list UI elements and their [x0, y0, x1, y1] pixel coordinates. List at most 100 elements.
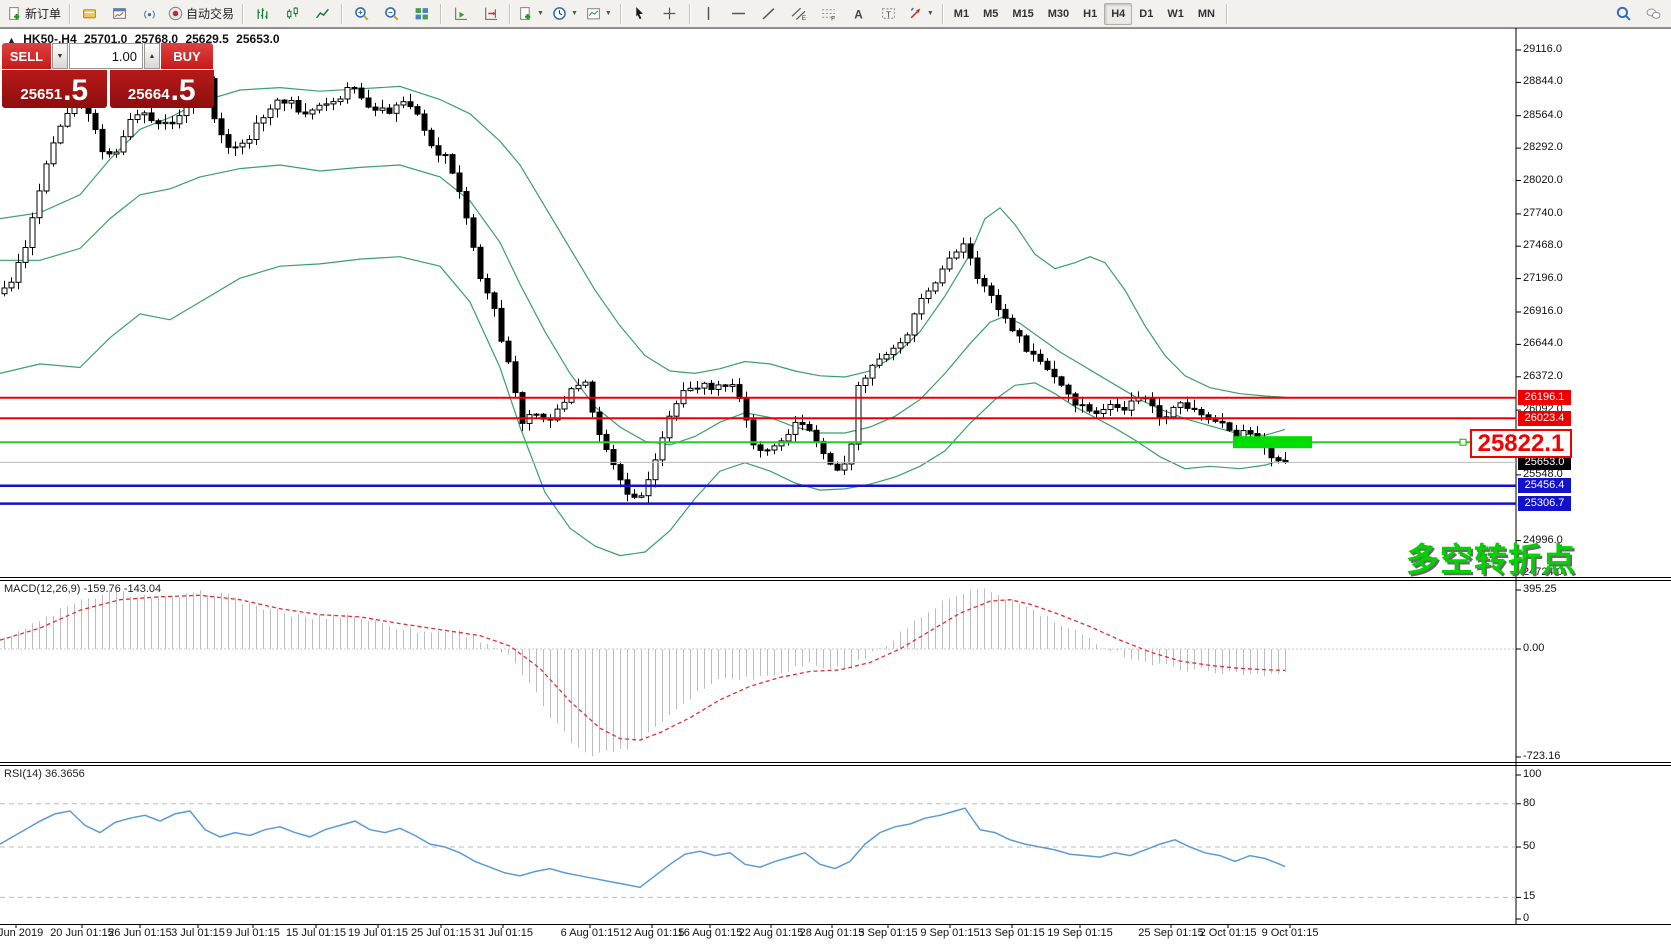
search-icon: [1616, 6, 1631, 21]
clock-icon: [552, 6, 567, 21]
buy-price-main: 25664: [128, 85, 170, 105]
volume-decrease-button[interactable]: ▼: [52, 43, 68, 69]
signals-icon-button[interactable]: [134, 2, 164, 26]
buy-button[interactable]: BUY: [161, 43, 213, 69]
price-tick-label: 28292.0: [1523, 141, 1563, 153]
zoom-in-button[interactable]: [346, 2, 376, 26]
toolbar-separator: [69, 4, 70, 24]
autotrading-button[interactable]: 自动交易: [164, 2, 238, 26]
macd-name: MACD(12,26,9): [4, 583, 80, 595]
time-axis-label: 12 Aug 01:15: [620, 927, 685, 939]
chart-window: ▲ HK50-,H4 25701.0 25768.0 25629.5 25653…: [0, 28, 1671, 948]
linechart-icon: [315, 6, 330, 21]
crosshair-button[interactable]: [655, 2, 685, 26]
vertical-line-button[interactable]: [694, 2, 724, 26]
tile-windows-button[interactable]: [406, 2, 436, 26]
chart-canvas: [0, 28, 1671, 948]
toolbar-separator: [341, 4, 342, 24]
chart-annotation-text[interactable]: 多空转折点: [1406, 533, 1576, 581]
timeframe-button-h1[interactable]: H1: [1076, 3, 1104, 25]
trendline-button[interactable]: [754, 2, 784, 26]
sell-price-main: 25651: [20, 85, 62, 105]
rsi-tick-label: 80: [1523, 797, 1535, 809]
sell-price-button[interactable]: 25651 .5: [2, 70, 107, 108]
templates-button[interactable]: ▼: [582, 2, 616, 26]
text-button[interactable]: A: [844, 2, 874, 26]
rsi-line: [0, 808, 1285, 887]
marketwatch-icon-button[interactable]: [74, 2, 104, 26]
axis-price-badge: 26196.1: [1518, 390, 1571, 405]
new-order-button-label: 新订单: [25, 5, 61, 22]
price-callout-box[interactable]: 25822.1: [1470, 429, 1572, 458]
fibonacci-button[interactable]: F: [814, 2, 844, 26]
chart-shift-button[interactable]: [475, 2, 505, 26]
horizontal-line-button[interactable]: [724, 2, 754, 26]
price-axis-ticks: [1516, 50, 1521, 573]
timeframe-button-mn[interactable]: MN: [1191, 3, 1222, 25]
arrows-icon: [908, 6, 923, 21]
cursor-button[interactable]: [625, 2, 655, 26]
auto-scroll-button[interactable]: [445, 2, 475, 26]
community-button[interactable]: [1638, 2, 1668, 26]
highlight-bar[interactable]: [1233, 436, 1312, 448]
axis-price-badge: 26023.4: [1518, 411, 1571, 426]
macd-values: -159.76 -143.04: [83, 583, 161, 595]
time-axis-label: 16 Aug 01:15: [678, 927, 743, 939]
timeframe-button-w1[interactable]: W1: [1160, 3, 1191, 25]
cursor-icon: [632, 6, 647, 21]
ohlc-close: 25653.0: [236, 32, 279, 46]
line-chart-button[interactable]: [307, 2, 337, 26]
timeframe-button-m30[interactable]: M30: [1041, 3, 1076, 25]
time-axis-label: 3 Jul 01:15: [171, 927, 225, 939]
textA-icon: A: [851, 6, 866, 21]
equidistant-channel-button[interactable]: E: [784, 2, 814, 26]
sell-button[interactable]: SELL: [2, 43, 51, 69]
svg-text:E: E: [802, 15, 806, 21]
volume-input[interactable]: 1.00: [69, 43, 143, 69]
search-button[interactable]: [1608, 2, 1638, 26]
volume-increase-button[interactable]: ▲: [144, 43, 160, 69]
indicators-button[interactable]: ▼: [514, 2, 548, 26]
candlestick-chart-button[interactable]: [277, 2, 307, 26]
zoomin-icon: [354, 6, 369, 21]
chevron-down-icon[interactable]: ▼: [605, 10, 612, 17]
crosshair-icon: [662, 6, 677, 21]
main-toolbar: 新订单 自动交易 ▼ ▼ ▼ E FAT ▼ M1M5M15M30H1H4D1W1MN: [0, 0, 1671, 28]
chevron-down-icon[interactable]: ▼: [537, 10, 544, 17]
toolbar-separator: [942, 4, 943, 24]
time-axis-label: 22 Aug 01:15: [739, 927, 804, 939]
text-label-button[interactable]: T: [874, 2, 904, 26]
price-tick-label: 27196.0: [1523, 272, 1563, 284]
timeframe-button-h4[interactable]: H4: [1104, 3, 1132, 25]
timeframe-button-m1[interactable]: M1: [947, 3, 976, 25]
data-window-icon-button[interactable]: [104, 2, 134, 26]
chevron-down-icon[interactable]: ▼: [927, 10, 934, 17]
timeframe-button-m15[interactable]: M15: [1005, 3, 1040, 25]
arrows-button[interactable]: ▼: [904, 2, 938, 26]
time-axis-label: 31 Jul 01:15: [473, 927, 533, 939]
zoom-out-button[interactable]: [376, 2, 406, 26]
book-icon: [82, 6, 97, 21]
toolbar-separator: [509, 4, 510, 24]
buy-price-fraction: .5: [171, 77, 196, 105]
time-axis-label: 3 Sep 01:15: [858, 927, 917, 939]
axis-price-badge: 25456.4: [1518, 478, 1571, 493]
template-icon: [586, 6, 601, 21]
time-axis-label: 28 Aug 01:15: [800, 927, 865, 939]
time-axis-label: 2 Oct 01:15: [1200, 927, 1257, 939]
timeframe-button-m5[interactable]: M5: [976, 3, 1005, 25]
timeframe-button-d1[interactable]: D1: [1132, 3, 1160, 25]
periods-button[interactable]: ▼: [548, 2, 582, 26]
buy-price-button[interactable]: 25664 .5: [110, 70, 215, 108]
time-axis-label: 9 Sep 01:15: [920, 927, 979, 939]
chevron-down-icon[interactable]: ▼: [571, 10, 578, 17]
svg-text:A: A: [855, 8, 864, 21]
vline-icon: [701, 6, 716, 21]
signal-icon: [142, 6, 157, 21]
bar-chart-button[interactable]: [247, 2, 277, 26]
price-tick-label: 26644.0: [1523, 337, 1563, 349]
callout-anchor-icon[interactable]: [1460, 439, 1466, 445]
doc-plus-icon: [518, 6, 533, 21]
toolbar-separator: [242, 4, 243, 24]
new-order-button[interactable]: 新订单: [3, 2, 65, 26]
